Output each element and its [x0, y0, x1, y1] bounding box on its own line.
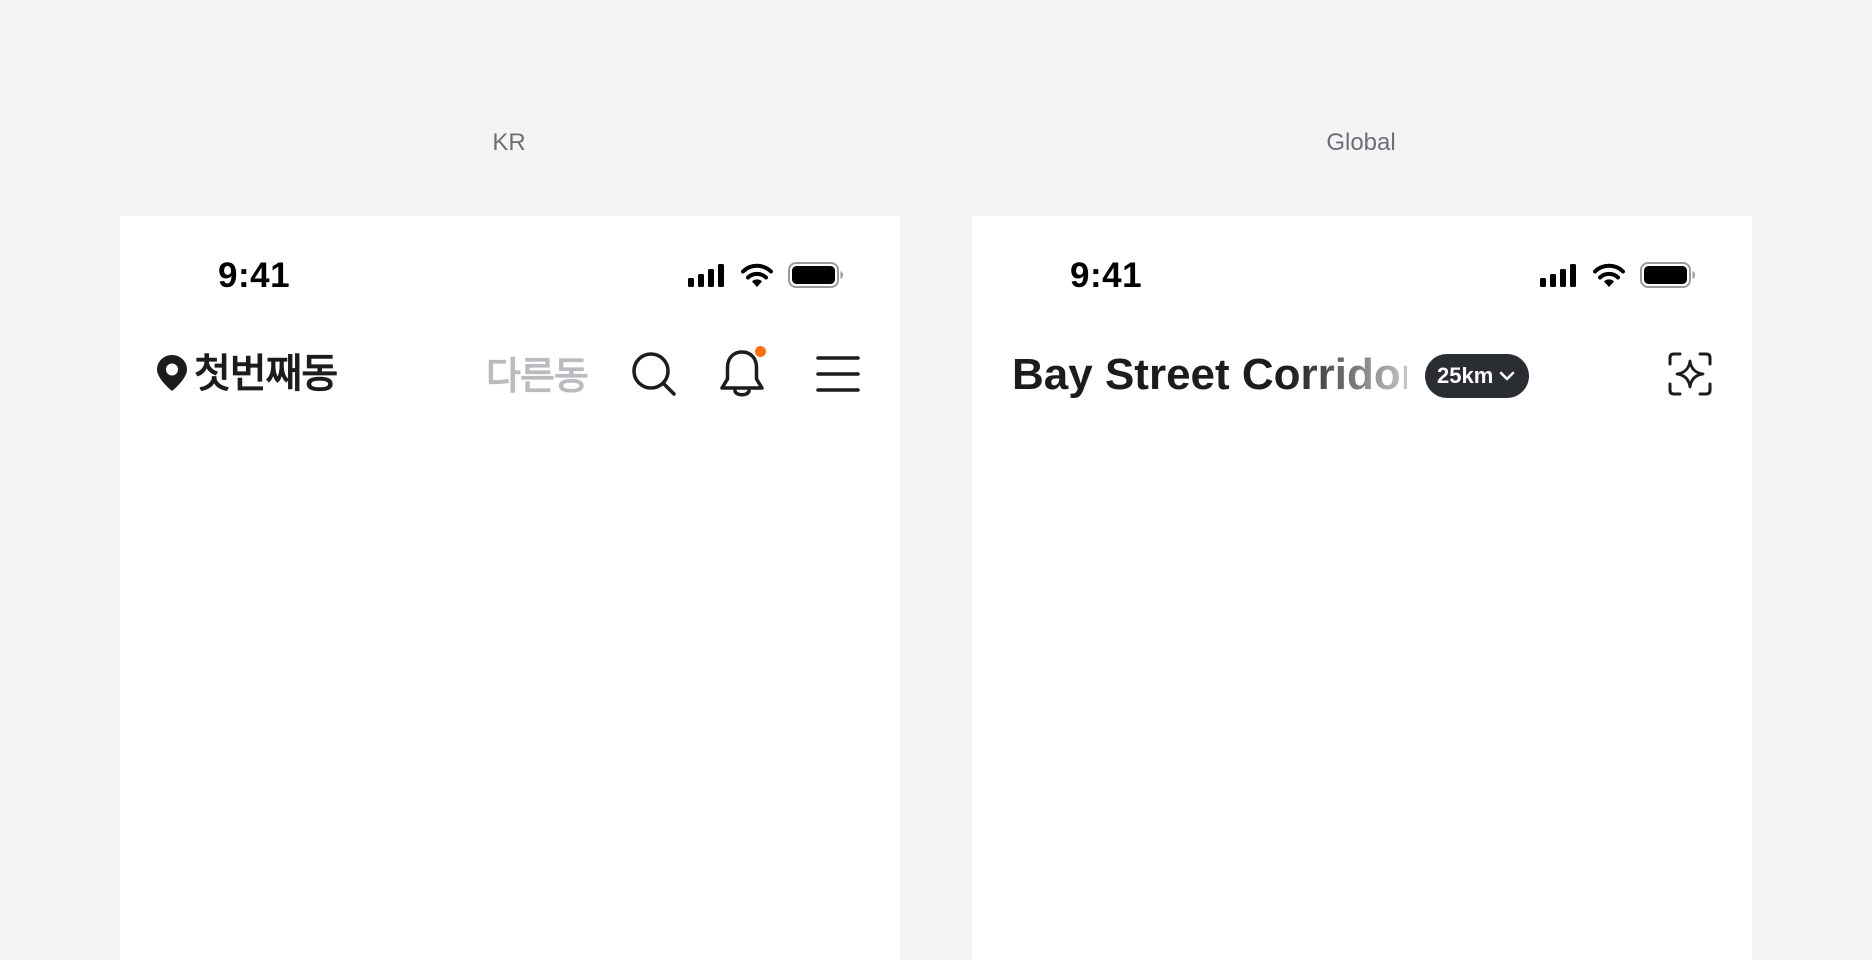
- notifications-button[interactable]: [714, 346, 770, 402]
- battery-icon: [1640, 262, 1695, 288]
- panel-label-kr: KR: [492, 129, 526, 156]
- kr-screen: 9:41 첫번째동 다른동: [120, 216, 900, 960]
- other-neighborhood-tab[interactable]: 다른동: [486, 350, 589, 402]
- status-icons: [688, 260, 844, 290]
- wifi-icon: [741, 263, 773, 287]
- global-app-header: Bay Street Corridor 25km: [1012, 346, 1718, 402]
- ai-scan-button[interactable]: [1662, 346, 1718, 402]
- global-screen: 9:41 Bay Street Corridor 25km: [972, 216, 1752, 960]
- search-icon: [632, 352, 676, 396]
- cellular-signal-icon: [688, 264, 724, 287]
- distance-filter-button[interactable]: 25km: [1425, 354, 1530, 398]
- kr-app-header: 첫번째동 다른동: [156, 346, 866, 402]
- panel-label-global: Global: [1326, 129, 1396, 156]
- cellular-signal-icon: [1540, 264, 1576, 287]
- status-icons: [1540, 260, 1696, 290]
- battery-icon: [788, 262, 843, 288]
- menu-icon: [816, 356, 860, 392]
- status-time: 9:41: [218, 256, 291, 295]
- current-neighborhood-title[interactable]: 첫번째동: [194, 348, 338, 400]
- status-time: 9:41: [1070, 256, 1143, 295]
- menu-button[interactable]: [810, 346, 866, 402]
- wifi-icon: [1593, 263, 1625, 287]
- notification-badge: [755, 346, 766, 357]
- search-button[interactable]: [626, 346, 682, 402]
- location-pin-icon: [157, 355, 187, 391]
- distance-label: 25km: [1437, 363, 1494, 388]
- chevron-down-icon: [1499, 371, 1515, 381]
- sparkle-scan-icon: [1668, 352, 1712, 396]
- current-area-title[interactable]: Bay Street Corridor: [1012, 350, 1407, 400]
